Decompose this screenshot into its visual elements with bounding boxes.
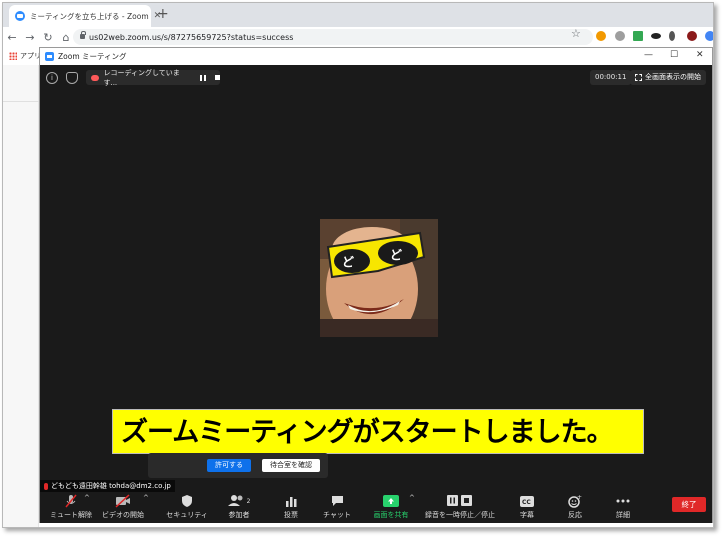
tab-title: ミーティングを立ち上げる - Zoom [30,11,149,21]
fullscreen-button[interactable]: 全画面表示の開始 [630,70,706,85]
svg-text:ど: ど [390,248,402,262]
more-dots-icon [616,499,630,503]
recording-control-label: 録音を一時停止／停止 [425,511,495,519]
caption-banner: ズームミーティングがスタートしました。 [112,409,644,454]
smiley-icon: + [568,494,582,508]
shield-icon [182,495,192,507]
svg-text:+: + [577,494,582,501]
fullscreen-label: 全画面表示の開始 [645,73,701,81]
recording-label: レコーディングしています... [103,68,180,87]
more-label: 詳細 [616,511,630,519]
meeting-timer: 00:00:11 [590,70,632,85]
bookmarks-bar: アプリ [3,47,43,65]
audio-options-caret-icon[interactable]: ^ [84,494,90,502]
meeting-controls: ミュート解除 ^ ビデオの開始 ^ セキュリティ 2 参加者 投票 チャット 画… [40,492,712,523]
waiting-room-popup: 許可する 待合室を確認 [148,453,328,478]
zoom-titlebar: Zoom ミーティング — ☐ ✕ [40,48,712,65]
minimize-icon[interactable]: — [644,50,653,60]
start-video-label: ビデオの開始 [102,511,144,519]
address-bar[interactable]: us02web.zoom.us/s/87275659725?status=suc… [73,29,593,45]
new-tab-button[interactable]: + [157,7,169,21]
fullscreen-icon [635,74,642,81]
video-off-icon [115,494,130,508]
stop-recording-icon[interactable] [215,75,220,80]
svg-text:CC: CC [522,499,531,506]
participants-icon [227,495,243,506]
participant-name: どもども遠田幹雄 tohda@dm2.co.jp [51,482,171,490]
maximize-icon[interactable]: ☐ [670,50,678,60]
extension-icon[interactable] [596,31,606,41]
video-options-caret-icon[interactable]: ^ [143,494,149,502]
allow-button[interactable]: 許可する [207,459,251,472]
participant-name-tag: どもども遠田幹雄 tohda@dm2.co.jp [40,480,175,492]
bookmark-star-icon[interactable]: ☆ [571,27,581,40]
background-page [3,65,39,527]
zoom-logo-icon [45,52,54,61]
svg-text:ど: ど [342,255,354,269]
zoom-favicon-icon [15,11,25,21]
cloud-record-icon [91,74,100,81]
end-meeting-button[interactable]: 終了 [672,497,706,512]
lock-icon [80,31,86,39]
extension-icon[interactable] [687,31,697,41]
browser-toolbar: ← → ↻ ⌂ us02web.zoom.us/s/87275659725?st… [3,27,713,47]
reload-icon[interactable]: ↻ [39,31,57,44]
close-window-icon[interactable]: ✕ [696,50,704,60]
recording-control-button[interactable]: 録音を一時停止／停止 [424,494,496,522]
meeting-topbar: i レコーディングしています... 00:00:11 全画面表示の開始 [40,65,712,91]
extension-icon[interactable] [633,31,643,41]
avatar-photo: ど ど [320,219,438,337]
forward-icon[interactable]: → [21,31,39,44]
view-waiting-room-button[interactable]: 待合室を確認 [262,459,320,472]
encryption-shield-icon[interactable] [66,72,78,84]
muted-mic-icon [44,482,48,490]
pause-stop-recording-icon [447,495,472,506]
recording-indicator: レコーディングしています... [86,68,220,87]
zoom-meeting-window: Zoom ミーティング — ☐ ✕ i レコーディングしています... 00:0… [39,47,713,523]
extension-icon[interactable] [651,33,661,39]
chat-label: チャット [323,511,351,519]
url-text: us02web.zoom.us/s/87275659725?status=suc… [89,32,294,42]
participant-avatar: ど ど [320,219,438,337]
polls-icon [286,497,297,507]
browser-tabstrip: ミーティングを立ち上げる - Zoom ✕ + [3,3,713,27]
share-screen-label: 画面を共有 [373,511,409,519]
info-icon[interactable]: i [46,72,58,84]
participants-count: 2 [246,497,251,505]
share-screen-icon [383,495,399,507]
chat-icon [331,496,343,506]
extension-icon[interactable] [669,31,675,41]
window-title: Zoom ミーティング [58,52,127,61]
chat-button[interactable]: チャット [306,494,368,522]
apps-label[interactable]: アプリ [20,51,41,61]
screenshot-frame: ミーティングを立ち上げる - Zoom ✕ + ← → ↻ ⌂ us02web.… [2,2,714,528]
extension-icon[interactable] [615,31,625,41]
mic-muted-icon [65,494,77,508]
pause-recording-icon[interactable] [200,74,207,81]
more-button[interactable]: 詳細 [592,494,654,522]
cc-icon: CC [520,495,534,507]
apps-grid-icon[interactable] [9,52,17,60]
extension-icon[interactable] [705,31,713,41]
back-icon[interactable]: ← [3,31,21,44]
browser-tab[interactable]: ミーティングを立ち上げる - Zoom ✕ [9,5,161,27]
share-options-caret-icon[interactable]: ^ [409,494,415,502]
